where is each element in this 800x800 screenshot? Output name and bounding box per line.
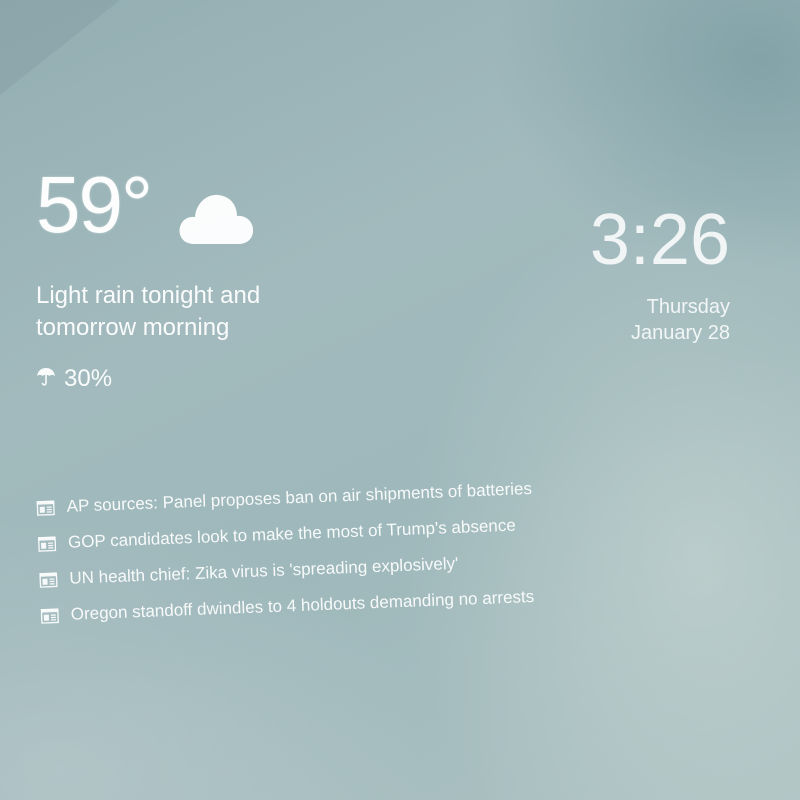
newspaper-icon <box>37 535 57 552</box>
newspaper-icon <box>36 499 55 516</box>
date: January 28 <box>631 322 730 344</box>
clock-widget: 3:26 Thursday January 28 <box>590 200 730 346</box>
weekday: Thursday <box>646 296 730 318</box>
umbrella-icon <box>37 368 55 386</box>
weather-summary: Light rain tonight and tomorrow morning <box>36 282 261 341</box>
newspaper-icon <box>40 607 60 624</box>
time: 3:26 <box>589 200 730 280</box>
newspaper-icon <box>39 571 58 588</box>
smart-mirror-display: 59° Light rain tonight and tomorrow morn… <box>0 0 800 800</box>
precipitation-value: 30% <box>64 365 113 392</box>
news-headlines: AP sources: Panel proposes ban on air sh… <box>36 471 537 634</box>
precipitation-chance: 30% <box>36 365 112 393</box>
cloud-icon <box>179 194 254 244</box>
temperature: 59° <box>36 160 153 249</box>
